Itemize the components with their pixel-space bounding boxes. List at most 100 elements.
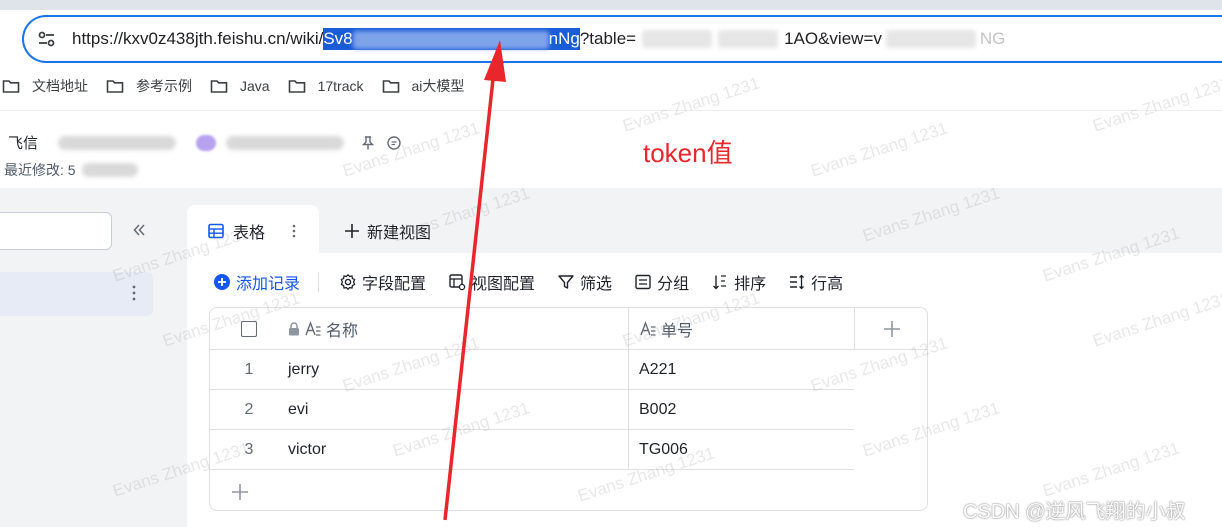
cell-code[interactable]: A221 xyxy=(628,350,854,390)
add-record-button[interactable]: 添加记录 xyxy=(213,270,300,294)
filter-label: 筛选 xyxy=(580,276,613,293)
select-all-checkbox[interactable] xyxy=(241,320,257,337)
tab-more-icon[interactable] xyxy=(287,221,301,241)
bookmark-label: ai大模型 xyxy=(411,78,465,94)
group-button[interactable]: 分组 xyxy=(634,270,689,294)
bookmark-docs[interactable]: 文档地址 xyxy=(2,76,88,96)
filter-icon xyxy=(558,275,574,289)
row-index: 2 xyxy=(210,390,288,430)
csdn-watermark: CSDN @逆风飞翔的小叔 xyxy=(963,501,1186,523)
table-row[interactable]: 3 victor TG006 xyxy=(210,430,854,470)
url-token-selection: Sv8 nNg xyxy=(323,28,580,50)
cell-name[interactable]: evi xyxy=(288,390,628,430)
last-modified: 最近修改: 5 xyxy=(4,160,138,180)
table-row[interactable]: 2 evi B002 xyxy=(210,390,854,430)
text-field-icon xyxy=(640,320,656,336)
cell-code[interactable]: TG006 xyxy=(628,430,854,470)
row-height-button[interactable]: 行高 xyxy=(788,270,843,294)
folder-icon xyxy=(288,80,305,93)
url-query-2: 1AO&view=v xyxy=(784,29,882,48)
workspace-avatar xyxy=(196,134,217,151)
url-token-end: nNg xyxy=(548,29,580,48)
bookmark-java[interactable]: Java xyxy=(210,78,270,94)
new-view-button[interactable]: 新建视图 xyxy=(343,219,431,243)
browser-top-strip xyxy=(0,0,1222,10)
title-redacted xyxy=(58,135,177,150)
field-config-button[interactable]: 字段配置 xyxy=(339,270,426,294)
url-prefix: https://kxv0z438jth.feishu.cn/wiki/ xyxy=(72,29,324,48)
row-height-label: 行高 xyxy=(811,276,844,293)
cell-name[interactable]: victor xyxy=(288,430,628,470)
sidebar-search-input[interactable] xyxy=(0,212,112,250)
modified-redacted xyxy=(81,163,138,177)
sort-button[interactable]: 排序 xyxy=(711,270,766,294)
bookmark-label: 参考示例 xyxy=(136,78,192,94)
select-all-cell xyxy=(210,308,288,350)
bookmark-label: 17track xyxy=(317,78,364,94)
folder-icon xyxy=(210,80,228,93)
document-title-prefix: 飞信 xyxy=(8,135,39,152)
column-header-code-label: 单号 xyxy=(661,322,694,340)
column-header-code[interactable]: 单号 xyxy=(628,308,854,350)
table-row[interactable]: 1 jerry A221 xyxy=(210,350,854,390)
url-query-3: NG xyxy=(979,29,1006,48)
more-vertical-icon[interactable] xyxy=(126,282,142,304)
field-config-label: 字段配置 xyxy=(362,276,427,293)
column-header-name[interactable]: 名称 xyxy=(288,308,628,350)
pin-icon[interactable] xyxy=(360,135,376,151)
view-config-button[interactable]: 视图配置 xyxy=(448,270,535,294)
add-column-cell[interactable] xyxy=(854,308,927,350)
tab-table-label: 表格 xyxy=(233,225,266,242)
bookmark-label: 文档地址 xyxy=(32,78,88,94)
address-bar[interactable]: https://kxv0z438jth.feishu.cn/wiki/ Sv8 n… xyxy=(22,15,1222,63)
url-token-redacted xyxy=(352,30,549,49)
filter-button[interactable]: 筛选 xyxy=(557,270,612,294)
url-redacted-2 xyxy=(718,30,779,48)
add-row-icon[interactable] xyxy=(230,482,250,502)
document-title: 飞信 xyxy=(8,132,402,153)
table-header-row: 名称 单号 xyxy=(210,308,927,350)
token-annotation: token值 xyxy=(643,138,733,168)
bookmark-17track[interactable]: 17track xyxy=(288,78,364,94)
add-circle-icon xyxy=(214,274,230,290)
site-settings-icon[interactable] xyxy=(36,28,58,50)
folder-icon xyxy=(382,80,399,93)
url-query-1: ?table= xyxy=(579,29,637,48)
bookmark-examples[interactable]: 参考示例 xyxy=(106,76,192,96)
bookmark-ai[interactable]: ai大模型 xyxy=(382,76,465,96)
gear-icon xyxy=(340,273,356,291)
row-index: 1 xyxy=(210,350,288,390)
sort-label: 排序 xyxy=(734,276,767,293)
collapse-sidebar-icon[interactable] xyxy=(130,221,148,239)
comment-icon[interactable] xyxy=(386,135,402,151)
table-toolbar: 添加记录 字段配置 视图配置 筛选 分组 排序 行高 xyxy=(213,268,865,296)
add-record-label: 添加记录 xyxy=(236,276,301,293)
lock-icon xyxy=(289,321,299,335)
cell-name[interactable]: jerry xyxy=(288,350,628,390)
cell-code[interactable]: B002 xyxy=(628,390,854,430)
bookmarks-bar: 文档地址 参考示例 Java 17track ai大模型 xyxy=(0,70,1222,102)
add-column-icon xyxy=(884,320,900,337)
row-index: 3 xyxy=(210,430,288,470)
text-field-icon xyxy=(305,320,321,336)
url-redacted-1 xyxy=(642,30,713,48)
row-height-icon xyxy=(790,274,805,290)
folder-icon xyxy=(106,80,124,93)
group-label: 分组 xyxy=(657,276,690,293)
folder-icon xyxy=(2,80,20,93)
view-tabbar: 表格 新建视图 xyxy=(187,205,1222,257)
new-view-label: 新建视图 xyxy=(367,225,432,242)
toolbar-divider xyxy=(318,272,320,292)
url-text[interactable]: https://kxv0z438jth.feishu.cn/wiki/ Sv8 n… xyxy=(72,28,1005,50)
column-header-name-label: 名称 xyxy=(326,322,359,340)
watermark: Evans Zhang 1231 xyxy=(808,118,951,181)
last-modified-label: 最近修改: 5 xyxy=(4,162,76,178)
group-icon xyxy=(635,274,651,290)
sort-icon xyxy=(713,275,727,290)
page-divider xyxy=(0,110,1222,111)
data-table: 名称 单号 1 jerry A221 2 evi B002 3 victor T… xyxy=(209,307,928,511)
url-redacted-3 xyxy=(885,30,976,48)
url-token-start: Sv8 xyxy=(323,29,353,48)
grid-icon xyxy=(208,223,224,239)
owner-redacted xyxy=(226,135,345,150)
